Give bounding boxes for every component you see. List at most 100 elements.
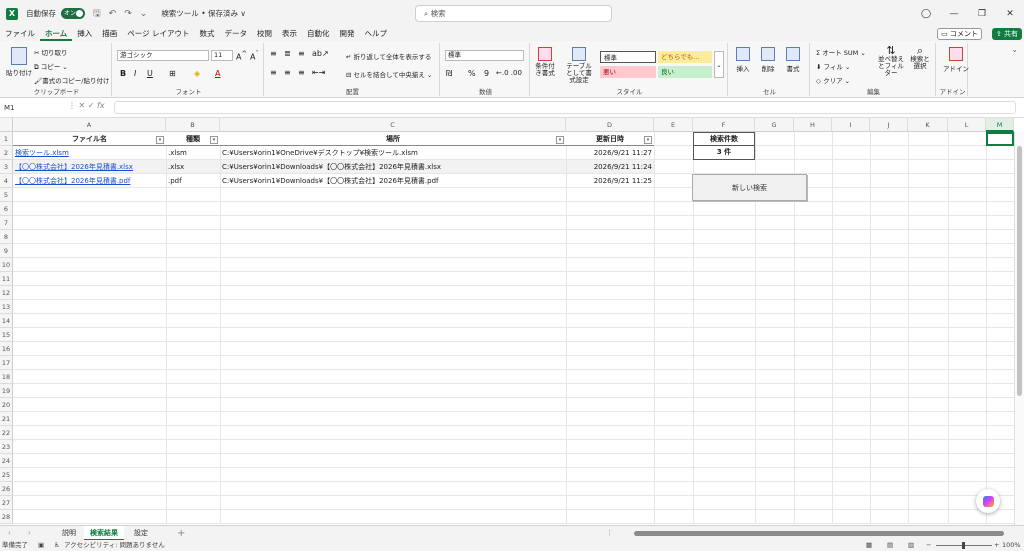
menu-tab-4[interactable]: ページ レイアウト bbox=[122, 27, 194, 41]
paste-button[interactable]: 貼り付け bbox=[6, 47, 32, 77]
indent-icon[interactable]: ⇤⇥ bbox=[312, 68, 325, 77]
copilot-button[interactable] bbox=[976, 489, 1000, 513]
page-break-icon[interactable]: ▥ bbox=[908, 540, 914, 551]
column-header[interactable]: K bbox=[908, 118, 948, 132]
style-normal[interactable]: 標準 bbox=[600, 51, 656, 63]
row-header[interactable]: 11 bbox=[0, 272, 13, 286]
page-layout-icon[interactable]: ▤ bbox=[887, 540, 893, 551]
format-as-table-button[interactable]: テーブルとして書式設定 bbox=[564, 47, 594, 84]
row-header[interactable]: 22 bbox=[0, 426, 13, 440]
close-icon[interactable]: ✕ bbox=[996, 9, 1024, 19]
autosum-button[interactable]: Σ オート SUM ⌄ bbox=[816, 47, 866, 57]
column-header[interactable]: G bbox=[755, 118, 794, 132]
fx-icon[interactable]: fx bbox=[97, 101, 105, 110]
column-header[interactable]: D bbox=[566, 118, 654, 132]
format-painter-button[interactable]: 🖌書式のコピー/貼り付け bbox=[34, 75, 109, 85]
menu-tab-3[interactable]: 描画 bbox=[97, 27, 122, 41]
row-header[interactable]: 20 bbox=[0, 398, 13, 412]
row-header[interactable]: 3 bbox=[0, 160, 13, 174]
formula-input[interactable] bbox=[114, 101, 1016, 114]
underline-icon[interactable]: U bbox=[147, 69, 153, 78]
delete-cells-button[interactable]: 削除 bbox=[761, 47, 775, 73]
selected-cell[interactable] bbox=[986, 132, 1014, 146]
column-header[interactable]: H bbox=[794, 118, 832, 132]
zoom-level[interactable]: 100% bbox=[1002, 540, 1021, 551]
cancel-icon[interactable]: ✕ bbox=[79, 101, 86, 110]
row-header[interactable]: 28 bbox=[0, 510, 13, 524]
select-all-corner[interactable] bbox=[0, 118, 13, 132]
clear-button[interactable]: ◇ クリア ⌄ bbox=[816, 75, 850, 85]
undo-icon[interactable]: ↶ bbox=[109, 9, 117, 19]
sheet-tab-0[interactable]: 説明 bbox=[56, 526, 82, 541]
row-header[interactable]: 16 bbox=[0, 342, 13, 356]
wrap-text-button[interactable]: ↵ 折り返して全体を表示する bbox=[346, 51, 431, 61]
menu-tab-2[interactable]: 挿入 bbox=[72, 27, 97, 41]
row-header[interactable]: 19 bbox=[0, 384, 13, 398]
row-header[interactable]: 25 bbox=[0, 468, 13, 482]
redo-icon[interactable]: ↷ bbox=[124, 9, 132, 19]
tab-next-icon[interactable]: › bbox=[28, 526, 31, 541]
enter-icon[interactable]: ✓ bbox=[88, 101, 95, 110]
find-select-button[interactable]: ⌕ 検索と選択 bbox=[908, 45, 932, 70]
fill-color-icon[interactable]: ◈ bbox=[194, 69, 200, 78]
conditional-format-button[interactable]: 条件付き書式 bbox=[534, 47, 556, 77]
number-format-select[interactable]: 標準 bbox=[445, 50, 524, 61]
format-cells-button[interactable]: 書式 bbox=[786, 47, 800, 73]
style-neutral[interactable]: どちらでも... bbox=[658, 51, 712, 63]
zoom-in-icon[interactable]: + bbox=[994, 540, 999, 551]
row-header[interactable]: 10 bbox=[0, 258, 13, 272]
comma-icon[interactable]: 9 bbox=[484, 69, 489, 78]
column-header[interactable]: A bbox=[13, 118, 166, 132]
customize-qat-icon[interactable]: ⌄ bbox=[140, 9, 148, 19]
minimize-icon[interactable]: — bbox=[940, 9, 968, 19]
align-right-icon[interactable]: ≡ bbox=[298, 68, 305, 77]
shrink-font-icon[interactable]: Aˇ bbox=[250, 50, 259, 62]
row-header[interactable]: 4 bbox=[0, 174, 13, 188]
row-header[interactable]: 27 bbox=[0, 496, 13, 510]
vertical-scrollbar[interactable] bbox=[1014, 132, 1024, 525]
column-header[interactable]: L bbox=[948, 118, 986, 132]
italic-icon[interactable]: I bbox=[134, 69, 136, 78]
add-sheet-icon[interactable]: + bbox=[177, 526, 185, 541]
tab-options-icon[interactable]: ⋮ bbox=[606, 526, 613, 541]
menu-tab-8[interactable]: 表示 bbox=[277, 27, 302, 41]
row-header[interactable]: 8 bbox=[0, 230, 13, 244]
font-size-select[interactable]: 11 bbox=[211, 50, 233, 61]
menu-tab-7[interactable]: 校閲 bbox=[252, 27, 277, 41]
styles-more-icon[interactable]: ⌄ bbox=[714, 51, 724, 78]
row-header[interactable]: 14 bbox=[0, 314, 13, 328]
menu-tab-1[interactable]: ホーム bbox=[40, 27, 73, 41]
menu-tab-11[interactable]: ヘルプ bbox=[360, 27, 393, 41]
row-header[interactable]: 23 bbox=[0, 440, 13, 454]
document-title[interactable]: 検索ツール • 保存済み ∨ bbox=[161, 8, 246, 19]
name-box[interactable]: M1 bbox=[2, 102, 60, 114]
align-bottom-icon[interactable]: ≡ bbox=[298, 49, 305, 58]
macro-record-icon[interactable]: ▣ bbox=[38, 540, 44, 551]
save-icon[interactable]: 🖫 bbox=[93, 6, 101, 22]
column-header[interactable]: F bbox=[693, 118, 755, 132]
row-header[interactable]: 6 bbox=[0, 202, 13, 216]
horizontal-scroll-thumb[interactable] bbox=[634, 531, 1004, 536]
row-header[interactable]: 13 bbox=[0, 300, 13, 314]
filter-dropdown-icon[interactable]: ▾ bbox=[644, 136, 652, 144]
menu-tab-9[interactable]: 自動化 bbox=[302, 27, 335, 41]
horizontal-scrollbar[interactable] bbox=[626, 530, 1016, 537]
comment-button[interactable]: ▭ コメント bbox=[937, 28, 982, 40]
zoom-slider-thumb[interactable] bbox=[962, 542, 965, 549]
zoom-out-icon[interactable]: − bbox=[926, 540, 931, 551]
ribbon-options-icon[interactable]: ⌄ bbox=[1011, 45, 1018, 54]
search-box[interactable]: ⌕ 検索 bbox=[415, 5, 612, 22]
grow-font-icon[interactable]: A^ bbox=[236, 50, 247, 62]
sort-filter-button[interactable]: ⇅ 並べ替えとフィルター bbox=[876, 45, 906, 77]
row-header[interactable]: 2 bbox=[0, 146, 13, 160]
column-header[interactable]: I bbox=[832, 118, 870, 132]
menu-tab-5[interactable]: 数式 bbox=[195, 27, 220, 41]
filter-dropdown-icon[interactable]: ▾ bbox=[556, 136, 564, 144]
column-header[interactable]: E bbox=[654, 118, 693, 132]
menu-tab-10[interactable]: 開発 bbox=[335, 27, 360, 41]
accessibility-status[interactable]: アクセシビリティ: 問題ありません bbox=[64, 540, 165, 551]
copy-button[interactable]: ⧉ コピー ⌄ bbox=[34, 61, 68, 72]
border-icon[interactable]: ⊞ bbox=[169, 69, 176, 78]
style-good[interactable]: 良い bbox=[658, 66, 712, 78]
align-middle-icon[interactable]: ≣ bbox=[284, 49, 291, 58]
